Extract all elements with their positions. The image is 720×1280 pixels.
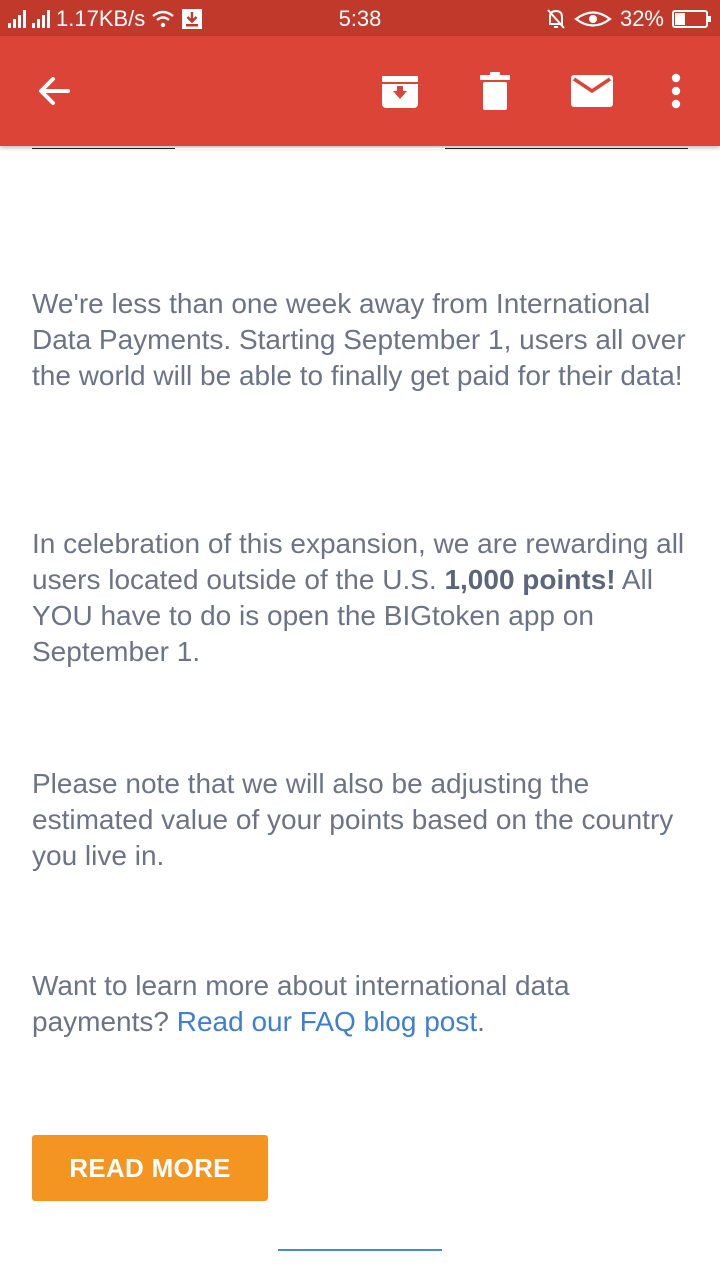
status-bar: 1.17KB/s 5:38 32% bbox=[0, 0, 720, 36]
paragraph-rewards: In celebration of this expansion, we are… bbox=[32, 528, 685, 667]
content-divider-gap bbox=[175, 148, 445, 149]
mute-icon bbox=[547, 9, 565, 29]
points-highlight: 1,000 points! bbox=[444, 564, 616, 595]
paragraph-note: Please note that we will also be adjusti… bbox=[32, 768, 674, 871]
faq-blog-link[interactable]: Read our FAQ blog post bbox=[177, 1006, 477, 1037]
back-arrow-icon[interactable] bbox=[24, 66, 84, 116]
app-bar bbox=[0, 36, 720, 146]
read-more-button[interactable]: READ MORE bbox=[32, 1135, 268, 1201]
mail-icon[interactable] bbox=[562, 66, 622, 116]
more-vert-icon[interactable] bbox=[650, 66, 702, 116]
archive-icon[interactable] bbox=[370, 66, 430, 116]
paragraph-learn-more: Want to learn more about international d… bbox=[32, 970, 570, 1037]
paragraph-announcement: We're less than one week away from Inter… bbox=[32, 288, 686, 391]
footer-divider bbox=[278, 1249, 442, 1251]
trash-icon[interactable] bbox=[465, 66, 525, 116]
battery-icon bbox=[672, 10, 711, 28]
battery-percent: 32% bbox=[619, 6, 664, 31]
eye-icon bbox=[574, 11, 612, 27]
